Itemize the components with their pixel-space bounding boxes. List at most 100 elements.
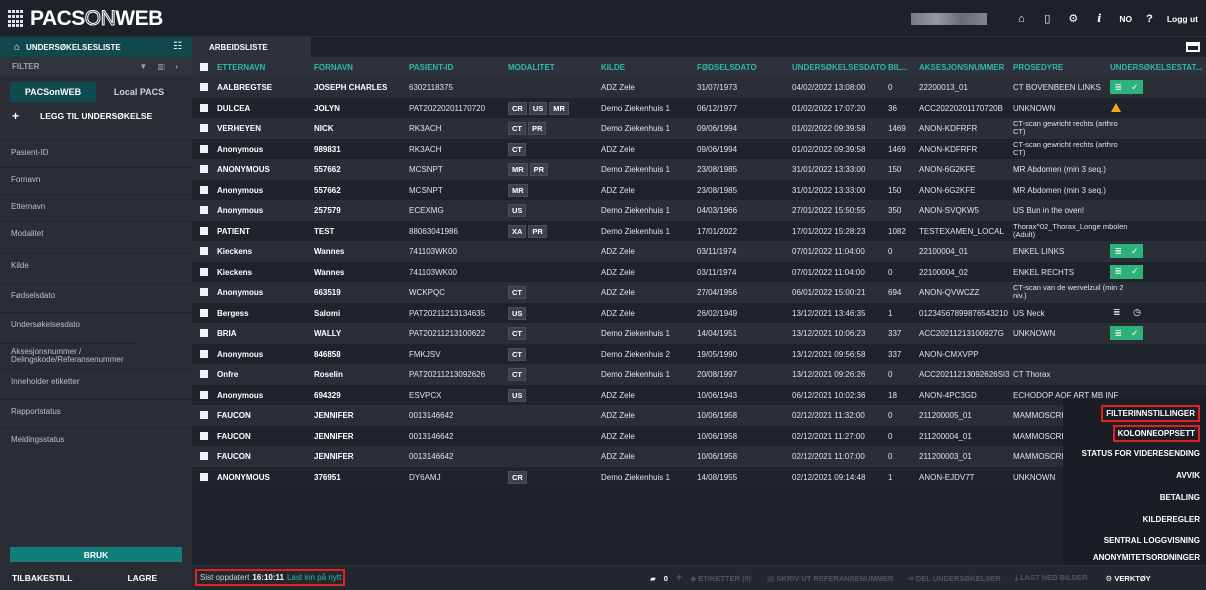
table-row[interactable]: BRIA WALLY PAT20211213100622 CT Demo Ziekenh… — [192, 323, 1206, 344]
col-exam-date[interactable]: UNDERSØKELSESDATO — [792, 63, 886, 72]
apply-button[interactable]: BRUK — [10, 547, 182, 562]
table-row[interactable]: Kieckens Wannes 741103WK00 ADZ Zele 03/11/19… — [192, 241, 1206, 262]
row-checkbox[interactable] — [200, 165, 208, 173]
table-row[interactable]: DULCEA JOLYN PAT20220201170720 CR US MR Demo Z… — [192, 97, 1206, 118]
col-procedure[interactable]: PROSEDYRE — [1013, 63, 1063, 72]
window-toggle-icon[interactable] — [1186, 42, 1200, 52]
add-exam-label: LEGG TIL UNDERSØKELSE — [40, 111, 153, 121]
row-checkbox[interactable] — [200, 288, 208, 296]
filter-patient-id[interactable]: Pasient-ID — [0, 140, 192, 164]
menu-forwarding-status[interactable]: STATUS FOR VIDERESENDING — [1082, 449, 1200, 458]
filter-report-status[interactable]: Rapportstatus — [0, 399, 192, 423]
row-checkbox[interactable] — [200, 185, 208, 194]
warning-icon[interactable] — [1110, 102, 1121, 113]
select-all-checkbox[interactable] — [200, 63, 208, 71]
table-row[interactable]: PATIENT TEST 88063041986 XA PR Demo Ziekenhui… — [192, 220, 1206, 241]
table-row[interactable]: ANONYMOUS 376951 DY6AMJ CR Demo Ziekenhuis 1… — [192, 466, 1206, 487]
table-row[interactable]: VERHEYEN NICK RK3ACH CT PR Demo Ziekenhuis 1 0… — [192, 118, 1206, 139]
menu-filter-settings[interactable]: FILTERINNSTILLINGER — [1101, 405, 1200, 422]
row-checkbox[interactable] — [200, 83, 208, 91]
help-button[interactable]: ? — [1146, 13, 1153, 25]
filter-birth-date[interactable]: Fødselsdato — [0, 283, 192, 307]
table-row[interactable]: Bergess Salomi PAT20211213134635 US ADZ Zele… — [192, 302, 1206, 323]
list-icon[interactable]: ☷ — [173, 41, 182, 52]
menu-column-setup[interactable]: KOLONNEOPPSETT — [1112, 425, 1200, 442]
report-pending-badge[interactable]: ≣ ◷ — [1113, 307, 1141, 319]
filter-last-name[interactable]: Etternavn — [0, 194, 192, 218]
filter-accession-number[interactable]: Aksesjonsnummer / Delingskode/Referansen… — [0, 343, 140, 367]
col-exam-status[interactable]: UNDERSØKELSESTAT... — [1110, 63, 1202, 72]
save-button[interactable]: LAGRE — [127, 573, 157, 583]
row-checkbox[interactable] — [200, 349, 208, 358]
col-birth-date[interactable]: FØDSELSDATO — [697, 63, 757, 72]
filter-source[interactable]: Kilde — [0, 253, 192, 277]
logout-button[interactable]: Logg ut — [1167, 14, 1198, 24]
filter-modality[interactable]: Modalitet — [0, 221, 192, 245]
row-checkbox[interactable] — [200, 411, 208, 419]
table-row[interactable]: Anonymous 694329 ESVPCX US ADZ Zele 10/06/194… — [192, 384, 1206, 405]
reload-link[interactable]: Last inn på nytt — [287, 573, 341, 582]
table-row[interactable]: FAUCON JENNIFER 0013146642 ADZ Zele 10/06/19… — [192, 425, 1206, 446]
row-checkbox[interactable] — [200, 103, 208, 112]
table-row[interactable]: Anonymous 257579 ECEXMG US Demo Ziekenhuis 1… — [192, 200, 1206, 221]
menu-deviations[interactable]: AVVIK — [1176, 471, 1200, 480]
info-icon[interactable]: i — [1093, 12, 1105, 25]
tab-exam-list[interactable]: ⌂ UNDERSØKELSESLISTE ☷ — [0, 37, 192, 57]
report-status-badge[interactable]: ≣ ✓ — [1110, 80, 1143, 94]
row-checkbox[interactable] — [200, 431, 208, 440]
table-row[interactable]: Anonymous 663519 WCKPQC CT ADZ Zele 27/04/195… — [192, 282, 1206, 303]
cell-procedure: ENKEL LINKS — [1013, 247, 1065, 256]
row-checkbox[interactable] — [200, 144, 208, 153]
filter-first-name[interactable]: Fornavn — [0, 167, 192, 191]
col-accession[interactable]: AKSESJONSNUMMER — [919, 63, 1004, 72]
table-row[interactable]: ANONYMOUS 557662 MCSNPT MR PR Demo Ziekenhuis… — [192, 159, 1206, 180]
language-button[interactable]: NO — [1119, 14, 1132, 24]
reset-button[interactable]: TILBAKESTILL — [12, 573, 72, 583]
tab-work-list[interactable]: ARBEIDSLISTE — [192, 37, 311, 57]
row-checkbox[interactable] — [200, 308, 208, 317]
row-checkbox[interactable] — [200, 390, 208, 399]
filter-message-status[interactable]: Meldingsstatus — [0, 427, 192, 451]
table-row[interactable]: FAUCON JENNIFER 0013146642 ADZ Zele 10/06/19… — [192, 405, 1206, 426]
row-checkbox[interactable] — [200, 370, 208, 378]
tools-button[interactable]: ⚙ VERKTØY — [1106, 574, 1151, 583]
filter-controls-icon[interactable]: ▼ ▥ ‹ — [139, 62, 182, 71]
table-row[interactable]: Anonymous 557662 MCSNPT MR ADZ Zele 23/08/198… — [192, 179, 1206, 200]
report-status-badge[interactable]: ≣ ✓ — [1110, 326, 1143, 340]
filter-labels[interactable]: Inneholder etiketter — [0, 369, 192, 393]
table-row[interactable]: AALBREGTSE JOSEPH CHARLES 6302118375 ADZ Ze… — [192, 77, 1206, 98]
folder-icon[interactable]: ▰ — [650, 574, 656, 583]
row-checkbox[interactable] — [200, 206, 208, 214]
gear-icon[interactable]: ⚙ — [1067, 13, 1079, 25]
device-icon[interactable]: ▯ — [1041, 13, 1053, 25]
row-checkbox[interactable] — [200, 124, 208, 132]
row-checkbox[interactable] — [200, 472, 208, 481]
table-row[interactable]: Anonymous 989831 RK3ACH CT ADZ Zele 09/06/199… — [192, 138, 1206, 159]
row-checkbox[interactable] — [200, 247, 208, 255]
table-row[interactable]: Onfre Roselin PAT20211213092626 CT Demo Ziek… — [192, 364, 1206, 385]
report-status-badge[interactable]: ≣ ✓ — [1110, 264, 1143, 279]
menu-source-rules[interactable]: KILDEREGLER — [1143, 515, 1200, 524]
menu-payment[interactable]: BETALING — [1160, 493, 1200, 502]
table-row[interactable]: FAUCON JENNIFER 0013146642 ADZ Zele 10/06/19… — [192, 446, 1206, 467]
report-status-badge[interactable]: ≣ ✓ — [1110, 244, 1143, 258]
row-checkbox[interactable] — [200, 452, 208, 460]
table-row[interactable]: Kieckens Wannes 741103WK00 ADZ Zele 03/11/19… — [192, 261, 1206, 282]
table-row[interactable]: Anonymous 846858 FMKJSV CT Demo Ziekenhuis 2… — [192, 343, 1206, 364]
add-exam-button[interactable]: + LEGG TIL UNDERSØKELSE — [0, 106, 192, 126]
col-images[interactable]: BIL... — [888, 63, 908, 72]
home-icon[interactable]: ⌂ — [1015, 13, 1027, 25]
row-checkbox[interactable] — [200, 226, 208, 235]
col-source[interactable]: KILDE — [601, 63, 625, 72]
filter-exam-date[interactable]: Undersøkelsesdato — [0, 312, 192, 336]
col-modality[interactable]: MODALITET — [508, 63, 555, 72]
row-checkbox[interactable] — [200, 267, 208, 276]
col-first-name[interactable]: FORNAVN — [314, 63, 353, 72]
col-patient-id[interactable]: PASIENT-ID — [409, 63, 453, 72]
source-tab-pacsonweb[interactable]: PACSonWEB — [10, 82, 96, 102]
menu-anonymity-schemes[interactable]: ANONYMITETSORDNINGER — [1093, 553, 1200, 562]
row-checkbox[interactable] — [200, 329, 208, 337]
col-last-name[interactable]: ETTERNAVN — [217, 63, 265, 72]
source-tab-local-pacs[interactable]: Local PACS — [96, 82, 182, 102]
menu-central-log[interactable]: SENTRAL LOGGVISNING — [1104, 536, 1200, 545]
